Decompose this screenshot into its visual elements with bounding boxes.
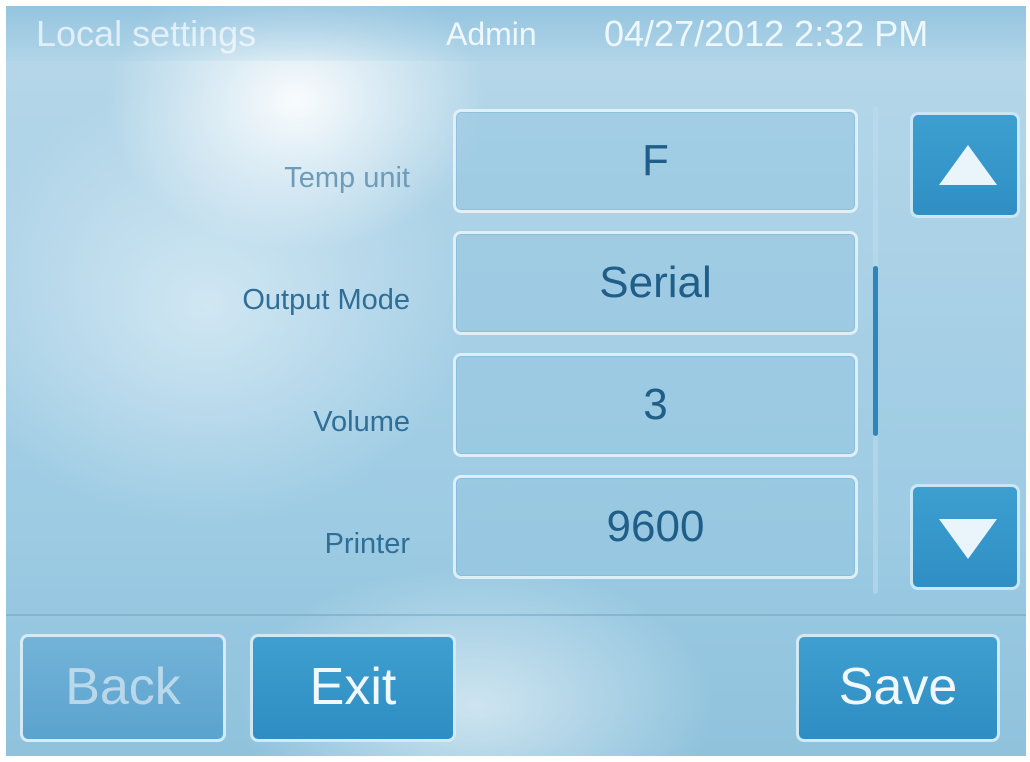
scroll-up-button[interactable] [910,112,1020,218]
temp-unit-field[interactable]: F [453,109,858,213]
output-mode-label: Output Mode [242,284,410,316]
back-button[interactable]: Back [20,634,226,742]
save-button[interactable]: Save [796,634,1000,742]
volume-label: Volume [313,406,410,438]
triangle-down-icon [939,519,997,559]
datetime: 04/27/2012 2:32 PM [604,13,929,54]
printer-field[interactable]: 9600 [453,475,858,579]
user-name: Admin [446,16,537,52]
triangle-up-icon [939,145,997,185]
header-bar: Local settings Admin 04/27/2012 2:32 PM [6,6,1026,61]
touchscreen: Local settings Admin 04/27/2012 2:32 PM … [6,6,1026,756]
temp-unit-label: Temp unit [284,162,410,194]
printer-label: Printer [324,528,410,560]
page-title: Local settings [36,13,257,54]
output-mode-field[interactable]: Serial [453,231,858,335]
scrollbar-thumb[interactable] [873,266,878,436]
scroll-down-button[interactable] [910,484,1020,590]
exit-button[interactable]: Exit [250,634,456,742]
divider [6,614,1026,616]
volume-field[interactable]: 3 [453,353,858,457]
